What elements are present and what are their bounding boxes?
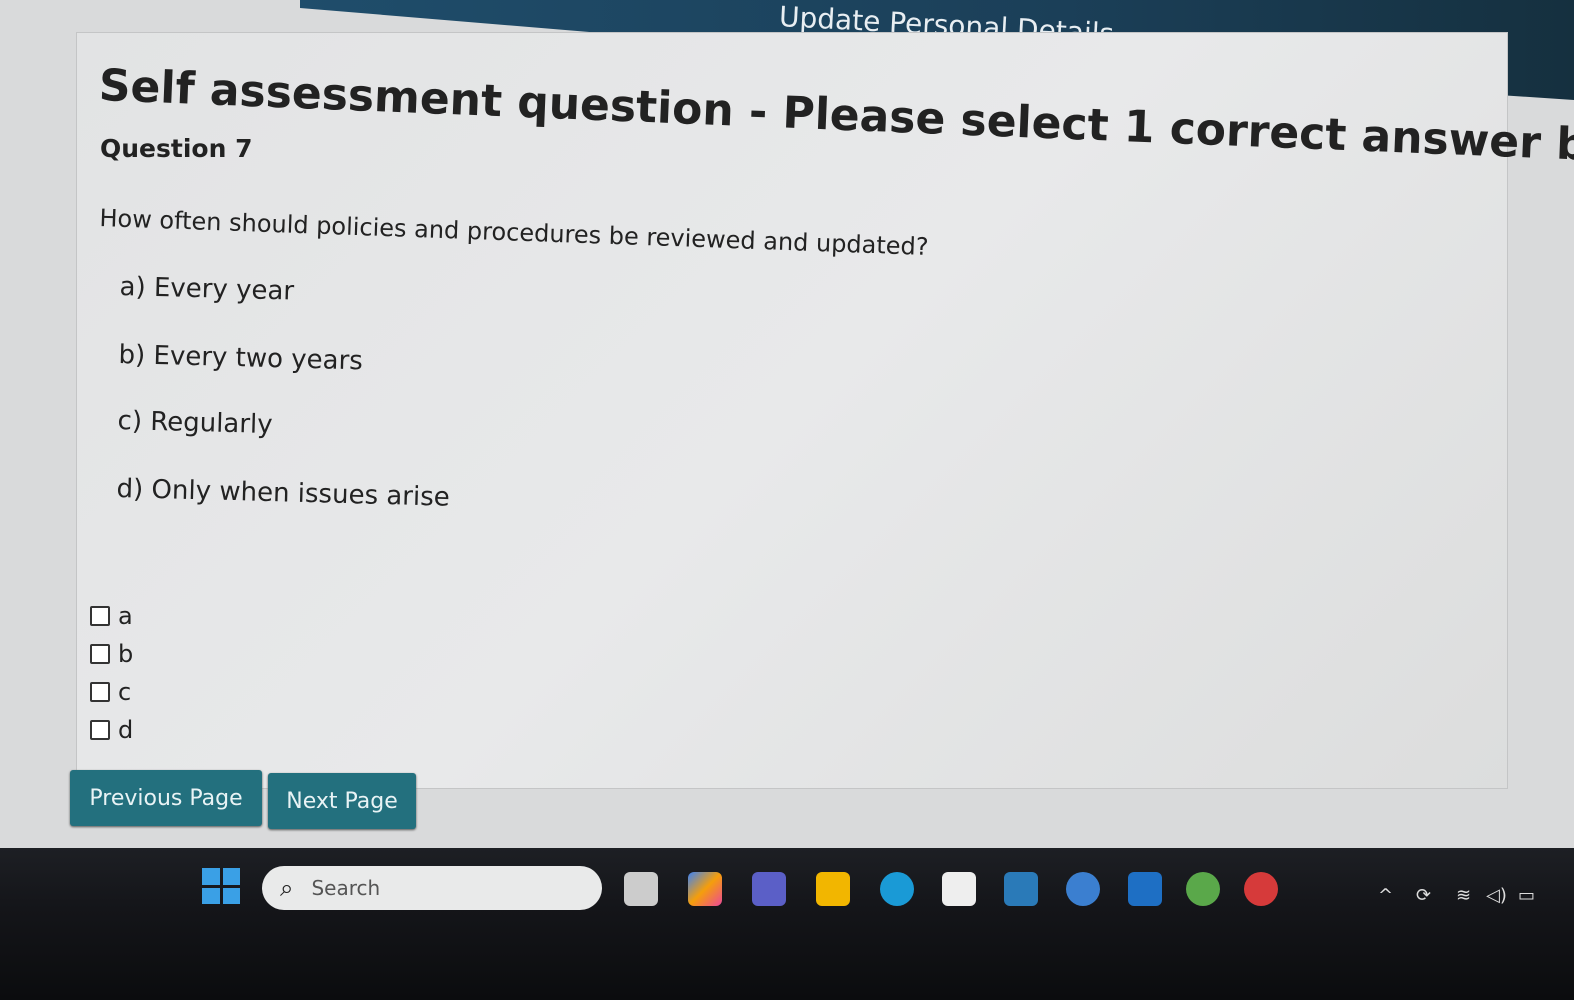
task-view-icon[interactable] [624,872,658,906]
answer-checkbox-b[interactable]: b [90,640,133,668]
green-app-icon[interactable] [1186,872,1220,906]
question-number: Question 7 [100,134,253,163]
wifi-icon[interactable]: ≋ [1456,885,1471,906]
app-icon[interactable] [1004,872,1038,906]
checkbox-label: a [118,602,133,630]
file-explorer-icon[interactable] [816,872,850,906]
checkbox-label: b [118,640,134,668]
checkbox-label: c [118,678,132,706]
volume-icon[interactable]: ◁) [1486,885,1507,906]
microsoft-store-icon[interactable] [942,872,976,906]
windows-start-icon[interactable] [202,868,240,904]
option-a: a) Every year [119,272,295,307]
red-app-icon[interactable] [1244,872,1278,906]
checkbox[interactable] [90,682,110,702]
answer-checkbox-a[interactable]: a [90,602,133,630]
edge-icon[interactable] [880,872,914,906]
checkbox[interactable] [90,644,110,664]
chevron-up-icon[interactable]: ^ [1378,885,1393,906]
checkbox[interactable] [90,606,110,626]
next-page-button[interactable]: Next Page [268,773,416,829]
teams-icon[interactable] [752,872,786,906]
outlook-icon[interactable] [1128,872,1162,906]
search-icon: ⌕ [280,874,294,902]
option-b: b) Every two years [118,340,364,377]
previous-page-button[interactable]: Previous Page [70,770,262,826]
help-icon[interactable] [1066,872,1100,906]
option-c: c) Regularly [117,406,273,441]
sync-icon[interactable]: ⟳ [1416,885,1431,906]
checkbox[interactable] [90,720,110,740]
answer-checkbox-d[interactable]: d [90,716,133,744]
checkbox-label: d [118,716,134,744]
battery-icon[interactable]: ▭ [1518,885,1535,906]
copilot-icon[interactable] [688,872,722,906]
taskbar-search[interactable]: ⌕ Search [262,866,602,910]
answer-checkbox-c[interactable]: c [90,678,131,706]
search-placeholder: Search [311,876,381,900]
